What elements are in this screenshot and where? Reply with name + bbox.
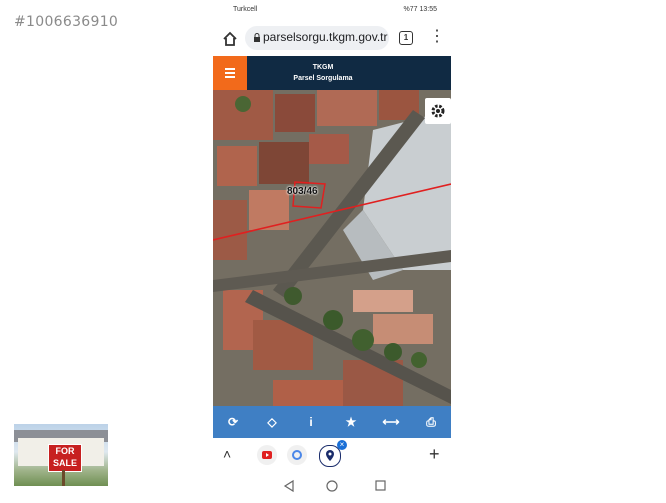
settings-button[interactable] — [425, 98, 451, 124]
star-icon[interactable]: ★ — [341, 412, 361, 432]
refresh-icon[interactable]: ⟳ — [223, 412, 243, 432]
browser-bottom-bar: ˄ × + — [213, 440, 451, 470]
youtube-shortcut[interactable] — [257, 445, 277, 465]
app-header: TKGM Parsel Sorgulama — [213, 56, 451, 90]
map-imagery — [213, 90, 451, 406]
location-icon[interactable]: ◇ — [262, 412, 282, 432]
recents-icon[interactable] — [375, 480, 386, 491]
carrier-label: Turkcell — [233, 6, 258, 13]
youtube-icon — [262, 451, 272, 459]
home-nav-icon[interactable] — [326, 480, 338, 492]
print-icon[interactable]: ⎙ — [421, 412, 441, 432]
url-text: parselsorgu.tkgm.gov.tr — [263, 30, 388, 44]
listing-id: #1006636910 — [14, 14, 119, 30]
more-menu-icon[interactable]: ⋮ — [429, 29, 445, 45]
app-subtitle: Parsel Sorgulama — [293, 75, 353, 82]
google-shortcut[interactable] — [287, 445, 307, 465]
sign-post — [62, 470, 65, 486]
home-icon[interactable] — [221, 30, 239, 48]
browser-address-bar: parselsorgu.tkgm.gov.tr 1 ⋮ — [213, 24, 451, 54]
close-badge-icon[interactable]: × — [337, 440, 347, 450]
map-toolbar: ⟳ ◇ i ★ ⟷ ⎙ — [213, 406, 451, 438]
google-icon — [292, 450, 302, 460]
nav-buttons — [283, 479, 386, 493]
android-nav-bar — [213, 474, 451, 498]
phone-screenshot: Turkcell %77 13:55 parselsorgu.tkgm.gov.… — [213, 0, 451, 500]
gear-icon — [431, 104, 445, 118]
info-icon[interactable]: i — [301, 412, 321, 432]
parcel-number-label: 803/46 — [287, 186, 318, 197]
chevron-up-icon[interactable]: ˄ — [223, 446, 231, 462]
status-right: %77 13:55 — [403, 6, 437, 13]
back-icon[interactable] — [283, 479, 294, 493]
lock-icon — [254, 33, 260, 42]
for-sale-sign: FOR SALE — [48, 444, 82, 472]
measure-icon[interactable]: ⟷ — [381, 412, 401, 432]
app-title: TKGM — [312, 64, 334, 71]
add-tab-icon[interactable]: + — [429, 445, 440, 463]
tab-switcher-icon[interactable]: 1 — [399, 31, 413, 45]
hamburger-menu-button[interactable] — [213, 56, 247, 90]
satellite-map[interactable]: 803/46 — [213, 90, 451, 406]
url-field[interactable]: parselsorgu.tkgm.gov.tr — [245, 26, 389, 50]
for-sale-thumbnail[interactable]: FOR SALE — [14, 424, 108, 486]
status-bar: Turkcell %77 13:55 — [213, 0, 451, 20]
map-pin-icon — [326, 450, 334, 461]
